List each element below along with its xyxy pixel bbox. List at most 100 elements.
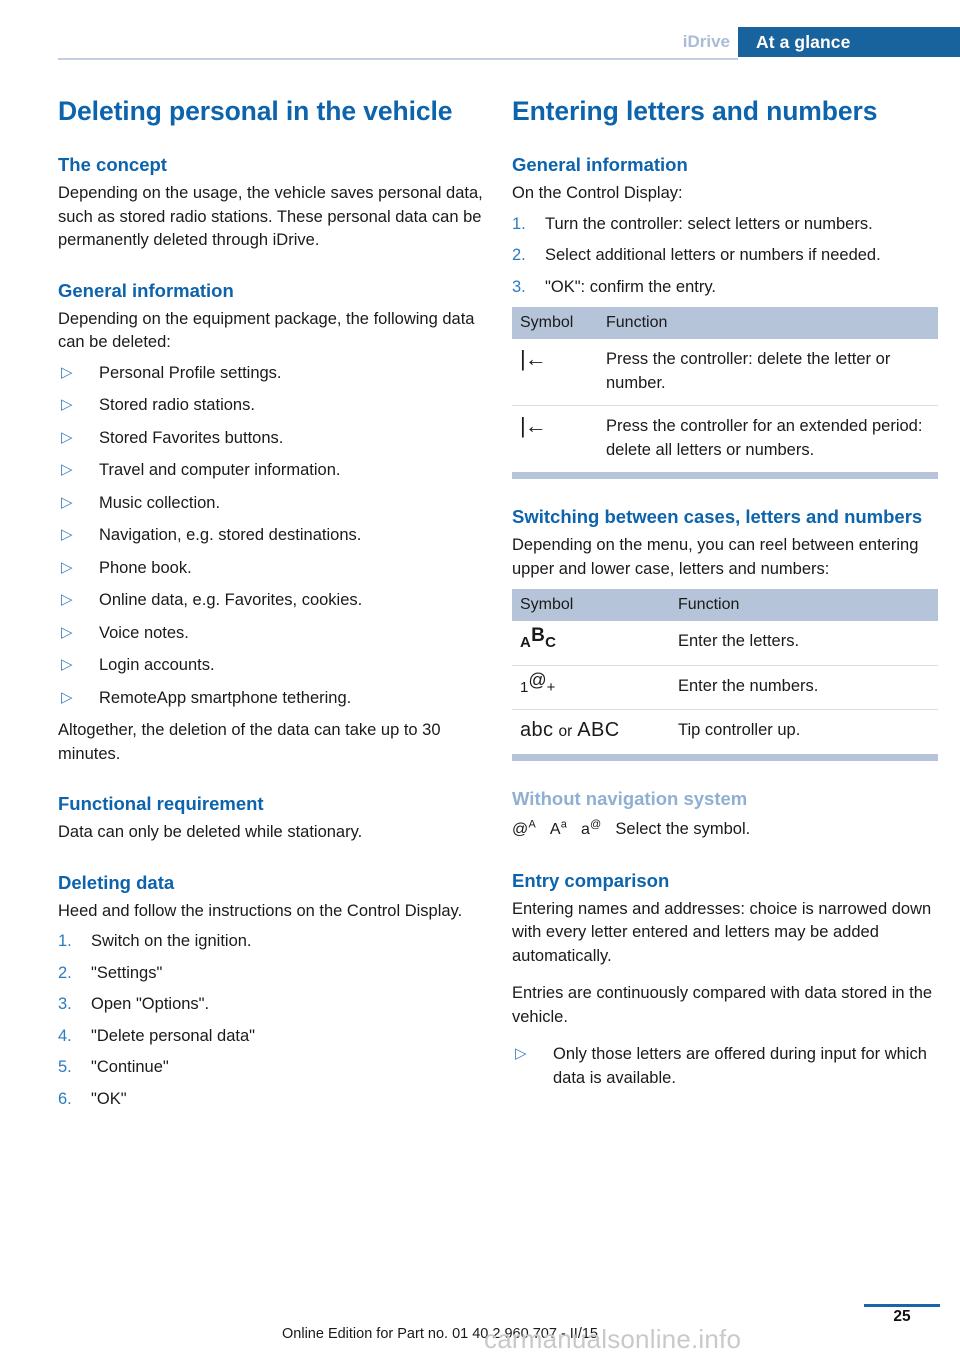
list-item: 1. Turn the controller: select letters or…: [512, 213, 938, 237]
bullet-triangle-icon: ▷: [61, 363, 73, 381]
column-header-function: Function: [670, 589, 938, 621]
paragraph-entry-comparison-1: Entering names and addresses: choice is …: [512, 899, 932, 965]
list-item: ▷ Travel and computer information.: [58, 459, 484, 483]
lowercase-at-icon: a@: [581, 818, 602, 838]
uppercase-lowercase-icon: Aa: [549, 818, 568, 838]
step-number: 2.: [512, 246, 526, 264]
heading-functional-requirement: Functional requirement: [58, 793, 264, 814]
paragraph-entry-comparison-2: Entries are continuously compared with d…: [512, 984, 933, 1026]
left-column: Deleting personal in the vehicle The con…: [58, 96, 484, 1119]
entering-steps: 1. Turn the controller: select letters or…: [512, 213, 938, 300]
watermark: carmanualsonline.info: [484, 1324, 742, 1354]
list-item: ▷ Navigation, e.g. stored destinations.: [58, 524, 484, 548]
page-footer: Online Edition for Part no. 01 40 2 960 …: [0, 1300, 960, 1362]
column-header-function: Function: [598, 307, 938, 339]
list-item: ▷ Phone book.: [58, 557, 484, 581]
numbers-mode-icon: 1@+: [512, 665, 670, 710]
header-divider: [58, 58, 738, 60]
list-item: ▷ Stored radio stations.: [58, 394, 484, 418]
without-navigation-text: Select the symbol.: [615, 819, 751, 838]
step-label: "Continue": [91, 1058, 169, 1076]
footer-edition-text: Online Edition for Part no. 01 40 2 960 …: [282, 1326, 598, 1342]
list-item: ▷ Stored Favorites buttons.: [58, 427, 484, 451]
bullet-triangle-icon: ▷: [61, 688, 73, 706]
table-row: abc or ABC Tip controller up.: [512, 710, 938, 754]
step-label: "OK": [91, 1089, 127, 1108]
entry-comparison-list: ▷ Only those letters are offered during i…: [512, 1043, 938, 1090]
list-item-label: Only those letters are offered during in…: [553, 1045, 927, 1087]
delete-symbol-table: Symbol Function |← Press the controller:…: [512, 307, 938, 479]
heading-without-navigation-system: Without navigation system: [512, 787, 748, 809]
step-number: 2.: [58, 963, 72, 982]
step-number: 1.: [58, 932, 72, 950]
table-row: |← Press the controller: delete the lett…: [512, 339, 938, 406]
table-cell-function: Tip controller up.: [678, 721, 801, 739]
column-header-symbol: Symbol: [512, 307, 598, 339]
list-item-label: Online data, e.g. Favorites, cookies.: [99, 591, 363, 609]
table-row: |← Press the controller for an extended …: [512, 406, 938, 473]
list-item-label: Login accounts.: [99, 656, 215, 674]
step-label: "Settings": [91, 963, 163, 982]
heading-deleting-data: Deleting data: [58, 871, 175, 893]
step-label: Switch on the ignition.: [91, 932, 252, 950]
deletable-data-list: ▷ Personal Profile settings. ▷ Stored radi…: [58, 362, 484, 711]
bullet-triangle-icon: ▷: [61, 428, 73, 446]
left-page-title: Deleting personal in the vehicle: [58, 96, 453, 126]
list-item: 1. Switch on the ignition.: [58, 930, 484, 954]
table-cell-function: Enter the numbers.: [670, 665, 938, 710]
list-item: 2. "Settings": [58, 962, 484, 986]
paragraph-general-intro: Depending on the equipment package, the …: [58, 309, 475, 352]
heading-switching-cases: Switching between cases, letters and num…: [512, 506, 923, 527]
table-cell-function: Enter the letters.: [670, 621, 938, 666]
header-section-label: At a glance: [756, 32, 851, 52]
list-item-label: Personal Profile settings.: [99, 363, 282, 382]
list-item: ▷ Personal Profile settings.: [58, 362, 484, 386]
paragraph-functional-requirement: Data can only be deleted while stationar…: [58, 823, 363, 841]
backspace-icon: |←: [512, 339, 598, 406]
table-cell-function: Press the controller for an extended per…: [606, 417, 923, 459]
table-cell-function: Press the controller: delete the letter …: [598, 339, 938, 406]
list-item: ▷ Voice notes.: [58, 622, 484, 646]
bullet-triangle-icon: ▷: [61, 558, 73, 576]
bullet-triangle-icon: ▷: [61, 396, 73, 413]
list-item-label: Music collection.: [99, 493, 221, 512]
deleting-data-steps: 1. Switch on the ignition. 2. "Settings" 3…: [58, 930, 484, 1111]
bullet-triangle-icon: ▷: [61, 591, 73, 608]
heading-entering-general-information: General information: [512, 154, 688, 175]
paragraph-control-display: On the Control Display:: [512, 184, 683, 202]
right-page-title: Entering letters and numbers: [512, 96, 878, 126]
list-item: 3. Open "Options".: [58, 993, 484, 1017]
heading-the-concept: The concept: [58, 154, 167, 175]
heading-general-information: General information: [58, 279, 234, 301]
right-column: Entering letters and numbers General inf…: [512, 96, 938, 1099]
heading-entry-comparison: Entry comparison: [512, 869, 670, 891]
paragraph-deletion-duration: Altogether, the deletion of the data can…: [58, 721, 441, 763]
step-number: 1.: [512, 214, 526, 233]
table-row: ABC Enter the letters.: [512, 621, 938, 666]
letters-mode-icon: ABC: [512, 621, 670, 666]
bullet-triangle-icon: ▷: [61, 526, 73, 543]
list-item: ▷ Login accounts.: [58, 654, 484, 678]
list-item-label: RemoteApp smartphone tethering.: [99, 688, 352, 707]
list-item: 5. "Continue": [58, 1056, 484, 1080]
step-label: Turn the controller: select letters or n…: [545, 214, 873, 233]
paragraph-switching-intro: Depending on the menu, you can reel betw…: [512, 536, 919, 578]
footer-page-rule: [864, 1304, 940, 1307]
step-label: "Delete personal data": [91, 1026, 255, 1045]
step-label: Select additional letters or numbers if …: [545, 246, 881, 264]
list-item: 4. "Delete personal data": [58, 1025, 484, 1049]
header-chapter-label: iDrive: [682, 32, 730, 51]
backspace-icon: |←: [520, 413, 547, 438]
list-item: ▷ Music collection.: [58, 492, 484, 516]
step-number: 4.: [58, 1026, 72, 1045]
page-header: iDrive At a glance: [0, 0, 960, 62]
step-label: Open "Options".: [91, 995, 210, 1013]
paragraph-the-concept: Depending on the usage, the vehicle save…: [58, 184, 483, 249]
page-number: 25: [893, 1308, 911, 1325]
list-item-label: Navigation, e.g. stored destinations.: [99, 526, 362, 544]
step-number: 3.: [58, 995, 72, 1013]
column-header-symbol: Symbol: [512, 589, 670, 621]
list-item: 3. "OK": confirm the entry.: [512, 276, 938, 300]
table-footer-rule: [512, 753, 938, 761]
table-header-row: Symbol Function: [512, 589, 938, 621]
